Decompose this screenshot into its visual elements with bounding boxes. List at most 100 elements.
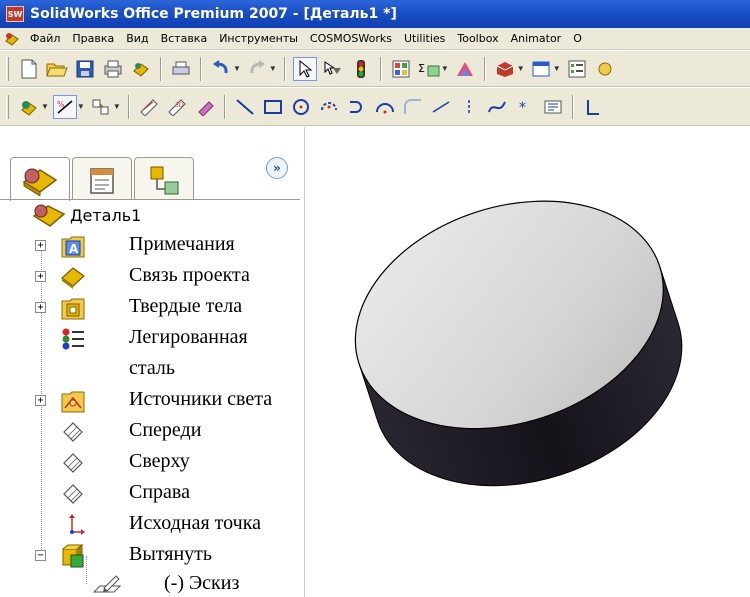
equations-icon[interactable]: Σ [417, 57, 441, 81]
sketch-fillet-icon[interactable] [401, 95, 425, 119]
photoworks-icon[interactable] [453, 57, 477, 81]
redo-dropdown-icon[interactable]: ▼ [269, 64, 277, 73]
tree-item-right-plane[interactable]: Справа [0, 479, 305, 509]
tree-item-origin[interactable]: Исходная точка [0, 510, 305, 540]
menu-file[interactable]: Файл [24, 32, 66, 45]
solidworks-app-icon[interactable]: SW [6, 6, 24, 22]
tree-root-part[interactable]: Деталь1 [32, 202, 141, 228]
sketch-text-icon[interactable] [541, 95, 565, 119]
select-filter-icon[interactable] [321, 57, 345, 81]
tree-item-label: (-) Эскиз [164, 572, 240, 594]
save-icon[interactable] [73, 57, 97, 81]
circle-icon[interactable] [289, 95, 313, 119]
svg-text:*: * [519, 100, 526, 116]
properties-icon[interactable] [565, 57, 589, 81]
tree-item-design-binder[interactable]: + Связь проекта [0, 262, 305, 292]
centerline-icon[interactable] [429, 95, 453, 119]
print-icon[interactable] [101, 57, 125, 81]
display-style-dropdown-icon[interactable]: ▼ [41, 102, 49, 111]
menu-animator[interactable]: Animator [505, 32, 568, 45]
expand-panel-button[interactable]: » [266, 157, 288, 179]
tree-item-label: Источники света [129, 388, 273, 410]
tree-item-label: Сверху [129, 450, 190, 472]
menu-toolbox[interactable]: Toolbox [451, 32, 504, 45]
undo-icon[interactable] [209, 57, 233, 81]
tree-item-solid-bodies[interactable]: + Твердые тела [0, 293, 305, 323]
relations-dropdown-icon[interactable]: ▼ [113, 102, 121, 111]
toolbar-separator [379, 56, 382, 81]
plane-icon [63, 484, 83, 504]
tree-item-label: Вытянуть [129, 543, 213, 565]
plane-icon [63, 422, 83, 442]
print-preview-icon[interactable] [169, 57, 193, 81]
sketch-icon[interactable] [137, 95, 161, 119]
construction-line-icon[interactable] [457, 95, 481, 119]
tree-item-lights[interactable]: + Источники света [0, 386, 305, 416]
view-orientation-dropdown-icon[interactable]: ▼ [553, 64, 561, 73]
3d-sketch-icon[interactable]: 3D [165, 95, 189, 119]
tree-item-front-plane[interactable]: Спереди [0, 417, 305, 447]
equations-dropdown-icon[interactable]: ▼ [441, 64, 449, 73]
expand-icon[interactable]: + [35, 302, 46, 313]
smart-dimension-icon[interactable] [193, 95, 217, 119]
collapse-icon[interactable]: − [35, 550, 46, 561]
relations-icon[interactable] [89, 95, 113, 119]
tree-item-material[interactable]: Легированная [0, 324, 305, 354]
tree-item-annotations[interactable]: + A Примечания [0, 231, 305, 261]
appearance-dropdown-icon[interactable]: ▼ [517, 64, 525, 73]
tree-item-top-plane[interactable]: Сверху [0, 448, 305, 478]
view-orientation-icon[interactable] [529, 57, 553, 81]
redo-icon[interactable] [245, 57, 269, 81]
plane-toolbar-icon[interactable] [581, 95, 605, 119]
feature-manager-tab-icon [22, 168, 58, 196]
toolbar-separator [127, 94, 130, 119]
display-style-icon[interactable] [17, 95, 41, 119]
select-icon[interactable] [292, 56, 317, 81]
dimension-dropdown-icon[interactable]: ▼ [77, 102, 85, 111]
tree-item-extrude[interactable]: − Вытянуть [0, 541, 305, 571]
expand-icon[interactable]: + [35, 240, 46, 251]
cylinder-model[interactable] [306, 127, 750, 597]
three-point-arc-icon[interactable] [373, 95, 397, 119]
tab-configuration-manager[interactable] [134, 157, 194, 199]
toolbar-separator [223, 94, 226, 119]
toolbar-grip[interactable] [6, 94, 9, 119]
undo-dropdown-icon[interactable]: ▼ [233, 64, 241, 73]
appearance-icon[interactable] [493, 57, 517, 81]
open-file-icon[interactable] [45, 57, 69, 81]
rebuild-icon[interactable] [349, 57, 373, 81]
rectangle-icon[interactable] [261, 95, 285, 119]
expand-icon[interactable]: + [35, 271, 46, 282]
menu-edit[interactable]: Правка [66, 32, 120, 45]
tree-item-label: Справа [129, 481, 190, 503]
options-icon[interactable] [129, 57, 153, 81]
dimension-icon[interactable]: % [52, 94, 77, 119]
tangent-arc-icon[interactable] [345, 95, 369, 119]
menu-tools[interactable]: Инструменты [213, 32, 304, 45]
tab-feature-manager[interactable] [10, 157, 70, 201]
svg-text:A: A [69, 242, 79, 256]
solidworks-logo-icon[interactable] [4, 31, 20, 47]
tree-item-sketch[interactable]: (-) Эскиз [0, 570, 305, 597]
tree-item-label: Легированная [129, 326, 248, 348]
spline-icon[interactable] [485, 95, 509, 119]
toolbar-grip[interactable] [6, 56, 9, 81]
menu-cosmosworks[interactable]: COSMOSWorks [304, 32, 398, 45]
new-file-icon[interactable] [17, 57, 41, 81]
point-icon[interactable]: * [513, 95, 537, 119]
tabs-underline [0, 199, 300, 200]
plane-icon [63, 453, 83, 473]
toolbar-overflow-icon[interactable] [593, 57, 617, 81]
tab-property-manager[interactable] [72, 157, 132, 199]
menu-overflow[interactable]: O [567, 32, 588, 45]
graphics-area[interactable] [306, 127, 750, 597]
expand-icon[interactable]: + [35, 395, 46, 406]
menu-insert[interactable]: Вставка [155, 32, 214, 45]
grid-icon[interactable] [389, 57, 413, 81]
menu-view[interactable]: Вид [120, 32, 154, 45]
menu-utilities[interactable]: Utilities [398, 32, 451, 45]
design-binder-icon [61, 267, 85, 289]
tree-item-label: Спереди [129, 419, 202, 441]
line-icon[interactable] [233, 95, 257, 119]
centerpoint-arc-icon[interactable] [317, 95, 341, 119]
